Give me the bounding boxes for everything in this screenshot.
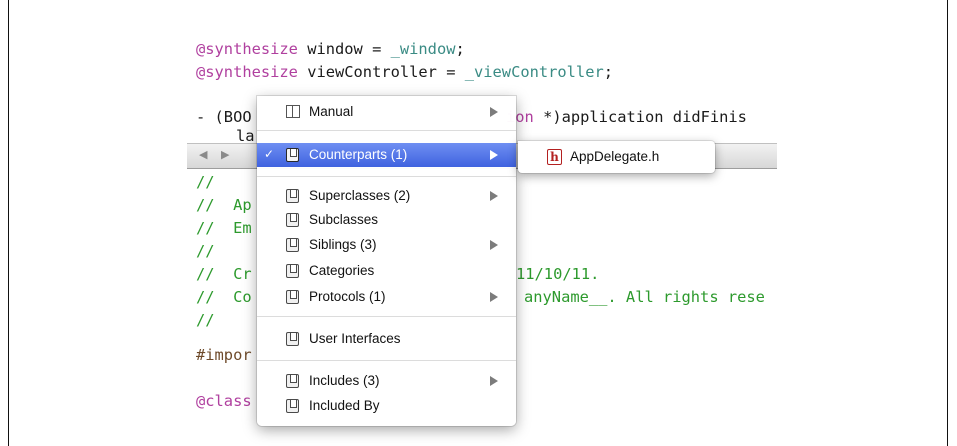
- menu-separator: [257, 316, 516, 317]
- menu-item-counterparts[interactable]: ✓ Counterparts (1): [257, 143, 516, 167]
- file-icon: [286, 290, 299, 304]
- code-line-method-end: ion *)application didFinis: [506, 108, 747, 126]
- file-icon: [286, 264, 299, 278]
- manual-icon: [286, 105, 300, 118]
- submenu-arrow-icon: [490, 240, 498, 250]
- menu-separator: [257, 130, 516, 131]
- comment-line: //: [196, 173, 215, 191]
- menu-item-subclasses[interactable]: Subclasses: [257, 208, 516, 232]
- submenu-arrow-icon: [490, 376, 498, 386]
- counterparts-submenu: h AppDelegate.h: [518, 141, 715, 173]
- menu-item-superclasses[interactable]: Superclasses (2): [257, 184, 516, 208]
- comment-line: // Ap: [196, 196, 252, 214]
- menu-item-manual[interactable]: Manual: [257, 100, 516, 124]
- menu-item-included-by[interactable]: Included By: [257, 394, 516, 418]
- submenu-arrow-icon: [490, 150, 498, 160]
- submenu-item-appdelegate-h[interactable]: h AppDelegate.h: [518, 141, 715, 173]
- submenu-arrow-icon: [490, 107, 498, 117]
- class-line: @class: [196, 392, 252, 410]
- comment-line: // Em: [196, 219, 252, 237]
- code-line-synthesize-window: @synthesize window = _window;: [196, 40, 465, 58]
- file-icon: [286, 189, 299, 203]
- forward-arrow-icon[interactable]: ▶: [221, 148, 229, 161]
- menu-item-siblings[interactable]: Siblings (3): [257, 233, 516, 257]
- menu-item-categories[interactable]: Categories: [257, 259, 516, 283]
- file-icon: [286, 148, 299, 162]
- comment-line: // Cr: [196, 265, 252, 283]
- menu-item-protocols[interactable]: Protocols (1): [257, 285, 516, 309]
- file-icon: [286, 213, 299, 227]
- menu-item-includes[interactable]: Includes (3): [257, 369, 516, 393]
- comment-line: //: [196, 242, 215, 260]
- submenu-arrow-icon: [490, 191, 498, 201]
- menu-separator: [257, 360, 516, 361]
- back-arrow-icon[interactable]: ◀: [199, 148, 207, 161]
- related-items-menu: Manual ✓ Counterparts (1) Superclasses (…: [257, 96, 516, 426]
- code-line-synthesize-viewcontroller: @synthesize viewController = _viewContro…: [196, 63, 614, 81]
- menu-separator: [257, 176, 516, 177]
- comment-line: //: [196, 311, 215, 329]
- comment-line-date: 11/10/11.: [516, 265, 600, 283]
- file-icon: [286, 332, 299, 346]
- comment-line: // Co: [196, 288, 252, 306]
- import-line: #impor: [196, 346, 252, 364]
- file-icon: [286, 399, 299, 413]
- menu-item-user-interfaces[interactable]: User Interfaces: [257, 327, 516, 351]
- file-icon: [286, 238, 299, 252]
- comment-line-copyright: anyName__. All rights rese: [524, 288, 765, 306]
- file-icon: [286, 374, 299, 388]
- checkmark-icon: ✓: [264, 147, 275, 161]
- submenu-arrow-icon: [490, 292, 498, 302]
- header-file-icon: h: [547, 149, 562, 165]
